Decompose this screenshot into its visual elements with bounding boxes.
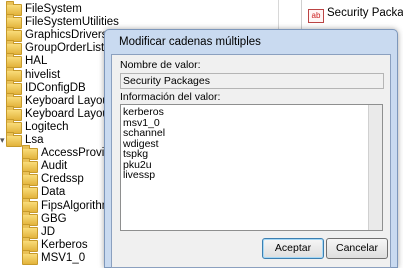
dialog-title: Modificar cadenas múltiples — [119, 36, 261, 48]
folder-icon — [22, 249, 38, 265]
value-entry-security-packages[interactable]: abSecurity Packages — [308, 5, 403, 23]
value-data-label: Información del valor: — [120, 91, 221, 103]
value-line: schannel — [123, 127, 166, 139]
value-name-field: Security Packages — [120, 73, 384, 89]
value-line: livessp — [123, 169, 156, 181]
value-data-textarea[interactable]: kerberos msv1_0 schannel wdigest tspkg pku2u l… — [120, 104, 383, 231]
cancel-button[interactable]: Cancelar — [326, 238, 388, 259]
value-lines: kerberos msv1_0 schannel wdigest tspkg pku2u l… — [123, 107, 165, 181]
string-value-icon: ab — [308, 9, 324, 23]
column-divider — [301, 0, 302, 30]
value-entry-label: Security Packages — [327, 7, 403, 19]
edit-multi-string-dialog: Modificar cadenas múltiples Nombre de va… — [104, 29, 398, 268]
value-line: kerberos — [123, 106, 164, 118]
ok-button[interactable]: Aceptar — [262, 238, 324, 259]
value-name-label: Nombre de valor: — [120, 59, 201, 71]
tree-item-label: MSV1_0 — [41, 251, 86, 264]
dialog-body: Nombre de valor: Security Packages Infor… — [111, 54, 391, 268]
value-data-scrollbar[interactable] — [368, 105, 382, 230]
value-line: tspkg — [123, 148, 149, 160]
